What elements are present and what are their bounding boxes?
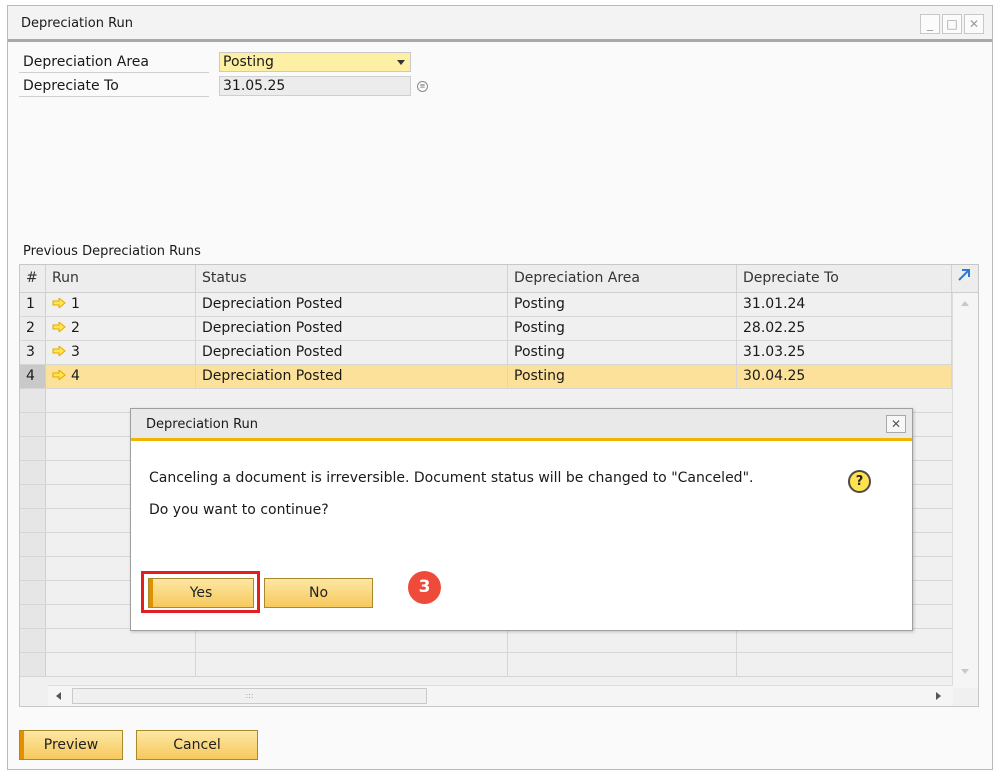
row-number bbox=[20, 413, 46, 436]
run-value: 1 bbox=[71, 296, 80, 312]
row-number: 1 bbox=[20, 293, 46, 316]
row-number bbox=[20, 509, 46, 532]
empty-cell bbox=[196, 629, 508, 652]
row-number bbox=[20, 581, 46, 604]
scroll-right-icon[interactable] bbox=[936, 692, 941, 700]
empty-row bbox=[20, 629, 952, 653]
question-icon: ? bbox=[848, 470, 871, 493]
scroll-down-icon[interactable] bbox=[961, 669, 969, 674]
run-value: 3 bbox=[71, 344, 80, 360]
run-cell[interactable]: 1 bbox=[46, 293, 196, 316]
run-cell[interactable]: 2 bbox=[46, 317, 196, 340]
grid-header: # Run Status Depreciation Area Depreciat… bbox=[20, 265, 978, 293]
empty-row bbox=[20, 653, 952, 677]
depreciate-to-label: Depreciate To bbox=[23, 78, 119, 94]
status-cell: Depreciation Posted bbox=[196, 293, 508, 316]
date-cell: 31.03.25 bbox=[737, 341, 952, 364]
preview-button-label: Preview bbox=[43, 737, 99, 753]
row-number bbox=[20, 629, 46, 652]
expand-icon[interactable] bbox=[957, 268, 971, 282]
vertical-scrollbar[interactable] bbox=[952, 293, 978, 688]
dialog-message: Canceling a document is irreversible. Do… bbox=[149, 470, 754, 486]
section-label: Previous Depreciation Runs bbox=[23, 244, 201, 259]
status-cell: Depreciation Posted bbox=[196, 317, 508, 340]
link-arrow-icon[interactable] bbox=[52, 322, 66, 332]
row-number bbox=[20, 653, 46, 676]
divider bbox=[19, 72, 209, 73]
row-number bbox=[20, 437, 46, 460]
dialog-question: Do you want to continue? bbox=[149, 502, 329, 518]
maximize-icon[interactable]: □ bbox=[942, 14, 962, 34]
scroll-left-icon[interactable] bbox=[56, 692, 61, 700]
area-cell: Posting bbox=[508, 365, 737, 388]
calendar-icon[interactable]: ≡ bbox=[417, 81, 428, 92]
date-cell: 30.04.25 bbox=[737, 365, 952, 388]
divider bbox=[19, 96, 209, 97]
row-number: 3 bbox=[20, 341, 46, 364]
empty-cell bbox=[508, 629, 737, 652]
area-cell: Posting bbox=[508, 293, 737, 316]
row-number bbox=[20, 533, 46, 556]
status-cell: Depreciation Posted bbox=[196, 365, 508, 388]
row-number: 2 bbox=[20, 317, 46, 340]
run-cell[interactable]: 4 bbox=[46, 365, 196, 388]
table-row[interactable]: 1 1 Depreciation Posted Posting 31.01.24 bbox=[20, 293, 952, 317]
link-arrow-icon[interactable] bbox=[52, 346, 66, 356]
cancel-button-label: Cancel bbox=[173, 737, 221, 753]
scroll-up-icon[interactable] bbox=[961, 301, 969, 306]
empty-cell bbox=[196, 653, 508, 676]
run-cell[interactable]: 3 bbox=[46, 341, 196, 364]
cancel-button[interactable]: Cancel bbox=[136, 730, 258, 760]
depreciation-area-select[interactable]: Posting bbox=[219, 52, 411, 72]
depreciate-to-value: 31.05.25 bbox=[223, 78, 286, 94]
preview-button[interactable]: Preview bbox=[19, 730, 123, 760]
area-cell: Posting bbox=[508, 341, 737, 364]
area-cell: Posting bbox=[508, 317, 737, 340]
row-number bbox=[20, 485, 46, 508]
header-run[interactable]: Run bbox=[46, 265, 196, 292]
header-status[interactable]: Status bbox=[196, 265, 508, 292]
no-button-label: No bbox=[308, 585, 329, 601]
dialog-title: Depreciation Run bbox=[146, 417, 259, 432]
empty-cell bbox=[508, 653, 737, 676]
row-number bbox=[20, 389, 46, 412]
title-bar: Depreciation Run _ □ ✕ bbox=[8, 6, 992, 42]
scroll-thumb[interactable]: ::: bbox=[72, 688, 427, 704]
empty-cell bbox=[46, 653, 196, 676]
row-number bbox=[20, 605, 46, 628]
date-cell: 31.01.24 bbox=[737, 293, 952, 316]
window-controls: _ □ ✕ bbox=[920, 14, 984, 34]
close-icon[interactable]: ✕ bbox=[886, 415, 906, 433]
row-number bbox=[20, 557, 46, 580]
header-area[interactable]: Depreciation Area bbox=[508, 265, 737, 292]
link-arrow-icon[interactable] bbox=[52, 298, 66, 308]
status-cell: Depreciation Posted bbox=[196, 341, 508, 364]
button-accent bbox=[20, 731, 24, 759]
link-arrow-icon[interactable] bbox=[52, 370, 66, 380]
row-number bbox=[20, 461, 46, 484]
table-row-selected[interactable]: 4 4 Depreciation Posted Posting 30.04.25 bbox=[20, 365, 952, 389]
step-badge: 3 bbox=[408, 571, 441, 604]
depreciate-to-field[interactable]: 31.05.25 bbox=[219, 76, 411, 96]
no-button[interactable]: No bbox=[264, 578, 373, 608]
empty-cell bbox=[46, 629, 196, 652]
header-depreciate-to[interactable]: Depreciate To bbox=[737, 265, 952, 292]
run-value: 2 bbox=[71, 320, 80, 336]
depreciation-area-label: Depreciation Area bbox=[23, 54, 149, 70]
minimize-icon[interactable]: _ bbox=[920, 14, 940, 34]
date-cell: 28.02.25 bbox=[737, 317, 952, 340]
table-row[interactable]: 2 2 Depreciation Posted Posting 28.02.25 bbox=[20, 317, 952, 341]
depreciation-area-value: Posting bbox=[223, 54, 274, 70]
chevron-down-icon[interactable] bbox=[397, 60, 405, 65]
table-row[interactable]: 3 3 Depreciation Posted Posting 31.03.25 bbox=[20, 341, 952, 365]
window-title: Depreciation Run bbox=[21, 16, 134, 31]
horizontal-scrollbar[interactable]: ::: bbox=[48, 685, 953, 706]
header-num[interactable]: # bbox=[20, 265, 46, 292]
close-icon[interactable]: ✕ bbox=[964, 14, 984, 34]
dialog-title-bar: Depreciation Run ✕ bbox=[131, 409, 912, 441]
run-value: 4 bbox=[71, 368, 80, 384]
yes-button-highlight bbox=[141, 571, 260, 613]
row-number: 4 bbox=[20, 365, 46, 388]
